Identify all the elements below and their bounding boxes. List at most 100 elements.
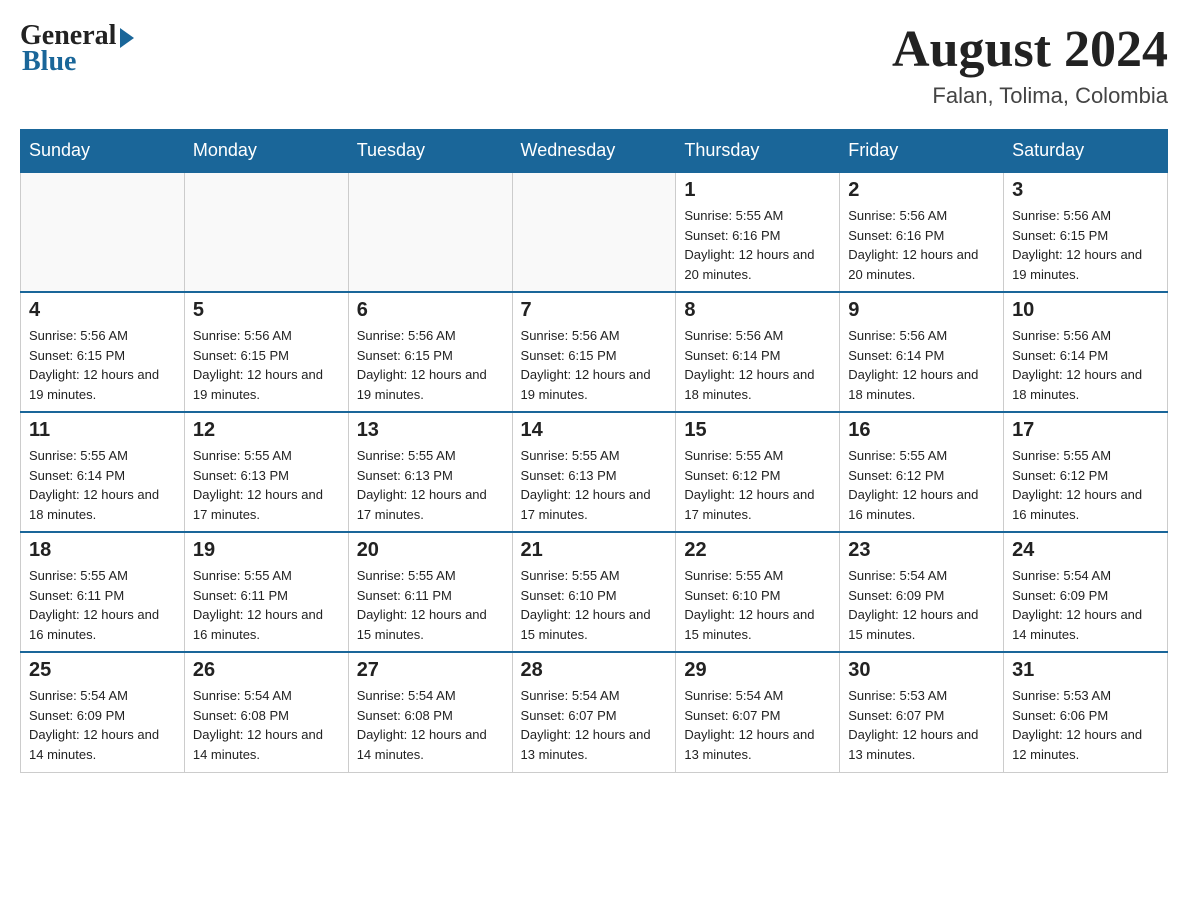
day-number: 7 — [521, 299, 668, 322]
title-block: August 2024 Falan, Tolima, Colombia — [892, 20, 1168, 109]
day-number: 9 — [848, 299, 995, 322]
day-number: 28 — [521, 659, 668, 682]
week-row-2: 4 Sunrise: 5:56 AM Sunset: 6:15 PM Daylig… — [21, 292, 1168, 412]
day-number: 8 — [684, 299, 831, 322]
calendar-cell: 27 Sunrise: 5:54 AM Sunset: 6:08 PM Dayli… — [348, 652, 512, 772]
day-number: 23 — [848, 539, 995, 562]
calendar-cell: 25 Sunrise: 5:54 AM Sunset: 6:09 PM Dayli… — [21, 652, 185, 772]
day-info: Sunrise: 5:55 AM Sunset: 6:13 PM Dayligh… — [357, 446, 504, 524]
day-number: 18 — [29, 539, 176, 562]
day-info: Sunrise: 5:54 AM Sunset: 6:09 PM Dayligh… — [29, 686, 176, 764]
calendar-cell: 16 Sunrise: 5:55 AM Sunset: 6:12 PM Dayli… — [840, 412, 1004, 532]
day-number: 16 — [848, 419, 995, 442]
day-info: Sunrise: 5:53 AM Sunset: 6:06 PM Dayligh… — [1012, 686, 1159, 764]
day-info: Sunrise: 5:55 AM Sunset: 6:11 PM Dayligh… — [357, 566, 504, 644]
logo: General Blue — [20, 20, 134, 78]
day-info: Sunrise: 5:56 AM Sunset: 6:14 PM Dayligh… — [848, 326, 995, 404]
day-number: 29 — [684, 659, 831, 682]
day-number: 24 — [1012, 539, 1159, 562]
day-number: 30 — [848, 659, 995, 682]
day-number: 13 — [357, 419, 504, 442]
col-header-wednesday: Wednesday — [512, 130, 676, 173]
day-info: Sunrise: 5:54 AM Sunset: 6:08 PM Dayligh… — [357, 686, 504, 764]
day-number: 2 — [848, 179, 995, 202]
calendar-cell: 6Sunrise: 5:56 AM Sunset: 6:15 PM Daylig… — [348, 292, 512, 412]
calendar-table: SundayMondayTuesdayWednesdayThursdayFrid… — [20, 129, 1168, 773]
location-title: Falan, Tolima, Colombia — [892, 83, 1168, 109]
calendar-cell: 31 Sunrise: 5:53 AM Sunset: 6:06 PM Dayli… — [1004, 652, 1168, 772]
week-row-1: 1 Sunrise: 5:55 AM Sunset: 6:16 PM Daylig… — [21, 172, 1168, 292]
day-info: Sunrise: 5:56 AM Sunset: 6:14 PM Dayligh… — [1012, 326, 1159, 404]
week-row-5: 25 Sunrise: 5:54 AM Sunset: 6:09 PM Dayli… — [21, 652, 1168, 772]
week-row-3: 11 Sunrise: 5:55 AM Sunset: 6:14 PM Dayli… — [21, 412, 1168, 532]
calendar-cell: 28Sunrise: 5:54 AM Sunset: 6:07 PM Dayli… — [512, 652, 676, 772]
day-info: Sunrise: 5:56 AM Sunset: 6:15 PM Dayligh… — [521, 326, 668, 404]
col-header-friday: Friday — [840, 130, 1004, 173]
day-number: 21 — [521, 539, 668, 562]
calendar-cell: 13 Sunrise: 5:55 AM Sunset: 6:13 PM Dayli… — [348, 412, 512, 532]
day-number: 31 — [1012, 659, 1159, 682]
calendar-cell: 14 Sunrise: 5:55 AM Sunset: 6:13 PM Dayli… — [512, 412, 676, 532]
day-number: 1 — [684, 179, 831, 202]
calendar-cell: 10 Sunrise: 5:56 AM Sunset: 6:14 PM Dayli… — [1004, 292, 1168, 412]
day-number: 25 — [29, 659, 176, 682]
calendar-cell: 26 Sunrise: 5:54 AM Sunset: 6:08 PM Dayli… — [184, 652, 348, 772]
day-info: Sunrise: 5:55 AM Sunset: 6:12 PM Dayligh… — [848, 446, 995, 524]
day-number: 12 — [193, 419, 340, 442]
calendar-cell: 2 Sunrise: 5:56 AM Sunset: 6:16 PM Daylig… — [840, 172, 1004, 292]
day-info: Sunrise: 5:55 AM Sunset: 6:11 PM Dayligh… — [193, 566, 340, 644]
calendar-cell: 29 Sunrise: 5:54 AM Sunset: 6:07 PM Dayli… — [676, 652, 840, 772]
calendar-cell: 17Sunrise: 5:55 AM Sunset: 6:12 PM Dayli… — [1004, 412, 1168, 532]
day-info: Sunrise: 5:54 AM Sunset: 6:08 PM Dayligh… — [193, 686, 340, 764]
day-number: 27 — [357, 659, 504, 682]
calendar-cell: 7 Sunrise: 5:56 AM Sunset: 6:15 PM Daylig… — [512, 292, 676, 412]
page-header: General Blue August 2024 Falan, Tolima, … — [20, 20, 1168, 109]
day-info: Sunrise: 5:54 AM Sunset: 6:07 PM Dayligh… — [684, 686, 831, 764]
day-info: Sunrise: 5:55 AM Sunset: 6:10 PM Dayligh… — [684, 566, 831, 644]
calendar-cell: 4 Sunrise: 5:56 AM Sunset: 6:15 PM Daylig… — [21, 292, 185, 412]
day-number: 22 — [684, 539, 831, 562]
day-info: Sunrise: 5:55 AM Sunset: 6:14 PM Dayligh… — [29, 446, 176, 524]
calendar-cell — [21, 172, 185, 292]
calendar-cell: 1 Sunrise: 5:55 AM Sunset: 6:16 PM Daylig… — [676, 172, 840, 292]
day-info: Sunrise: 5:56 AM Sunset: 6:14 PM Dayligh… — [684, 326, 831, 404]
calendar-cell: 24Sunrise: 5:54 AM Sunset: 6:09 PM Dayli… — [1004, 532, 1168, 652]
day-info: Sunrise: 5:55 AM Sunset: 6:11 PM Dayligh… — [29, 566, 176, 644]
day-number: 5 — [193, 299, 340, 322]
day-info: Sunrise: 5:55 AM Sunset: 6:12 PM Dayligh… — [1012, 446, 1159, 524]
calendar-cell — [512, 172, 676, 292]
day-info: Sunrise: 5:55 AM Sunset: 6:16 PM Dayligh… — [684, 206, 831, 284]
calendar-header-row: SundayMondayTuesdayWednesdayThursdayFrid… — [21, 130, 1168, 173]
calendar-cell: 30 Sunrise: 5:53 AM Sunset: 6:07 PM Dayli… — [840, 652, 1004, 772]
calendar-cell: 20 Sunrise: 5:55 AM Sunset: 6:11 PM Dayli… — [348, 532, 512, 652]
calendar-cell — [184, 172, 348, 292]
day-number: 26 — [193, 659, 340, 682]
day-info: Sunrise: 5:55 AM Sunset: 6:12 PM Dayligh… — [684, 446, 831, 524]
day-info: Sunrise: 5:56 AM Sunset: 6:15 PM Dayligh… — [193, 326, 340, 404]
calendar-cell: 21Sunrise: 5:55 AM Sunset: 6:10 PM Dayli… — [512, 532, 676, 652]
col-header-monday: Monday — [184, 130, 348, 173]
calendar-cell: 9 Sunrise: 5:56 AM Sunset: 6:14 PM Daylig… — [840, 292, 1004, 412]
logo-arrow-icon — [120, 28, 134, 48]
calendar-cell: 3Sunrise: 5:56 AM Sunset: 6:15 PM Daylig… — [1004, 172, 1168, 292]
day-info: Sunrise: 5:55 AM Sunset: 6:13 PM Dayligh… — [193, 446, 340, 524]
day-info: Sunrise: 5:54 AM Sunset: 6:09 PM Dayligh… — [848, 566, 995, 644]
col-header-tuesday: Tuesday — [348, 130, 512, 173]
day-number: 11 — [29, 419, 176, 442]
month-title: August 2024 — [892, 20, 1168, 79]
calendar-cell: 12 Sunrise: 5:55 AM Sunset: 6:13 PM Dayli… — [184, 412, 348, 532]
day-info: Sunrise: 5:56 AM Sunset: 6:15 PM Dayligh… — [1012, 206, 1159, 284]
col-header-saturday: Saturday — [1004, 130, 1168, 173]
day-info: Sunrise: 5:56 AM Sunset: 6:15 PM Dayligh… — [357, 326, 504, 404]
day-number: 14 — [521, 419, 668, 442]
day-number: 20 — [357, 539, 504, 562]
day-info: Sunrise: 5:56 AM Sunset: 6:15 PM Dayligh… — [29, 326, 176, 404]
calendar-cell: 8 Sunrise: 5:56 AM Sunset: 6:14 PM Daylig… — [676, 292, 840, 412]
day-number: 4 — [29, 299, 176, 322]
day-info: Sunrise: 5:55 AM Sunset: 6:13 PM Dayligh… — [521, 446, 668, 524]
calendar-cell: 22 Sunrise: 5:55 AM Sunset: 6:10 PM Dayli… — [676, 532, 840, 652]
day-number: 10 — [1012, 299, 1159, 322]
day-info: Sunrise: 5:56 AM Sunset: 6:16 PM Dayligh… — [848, 206, 995, 284]
calendar-cell: 18 Sunrise: 5:55 AM Sunset: 6:11 PM Dayli… — [21, 532, 185, 652]
day-info: Sunrise: 5:53 AM Sunset: 6:07 PM Dayligh… — [848, 686, 995, 764]
